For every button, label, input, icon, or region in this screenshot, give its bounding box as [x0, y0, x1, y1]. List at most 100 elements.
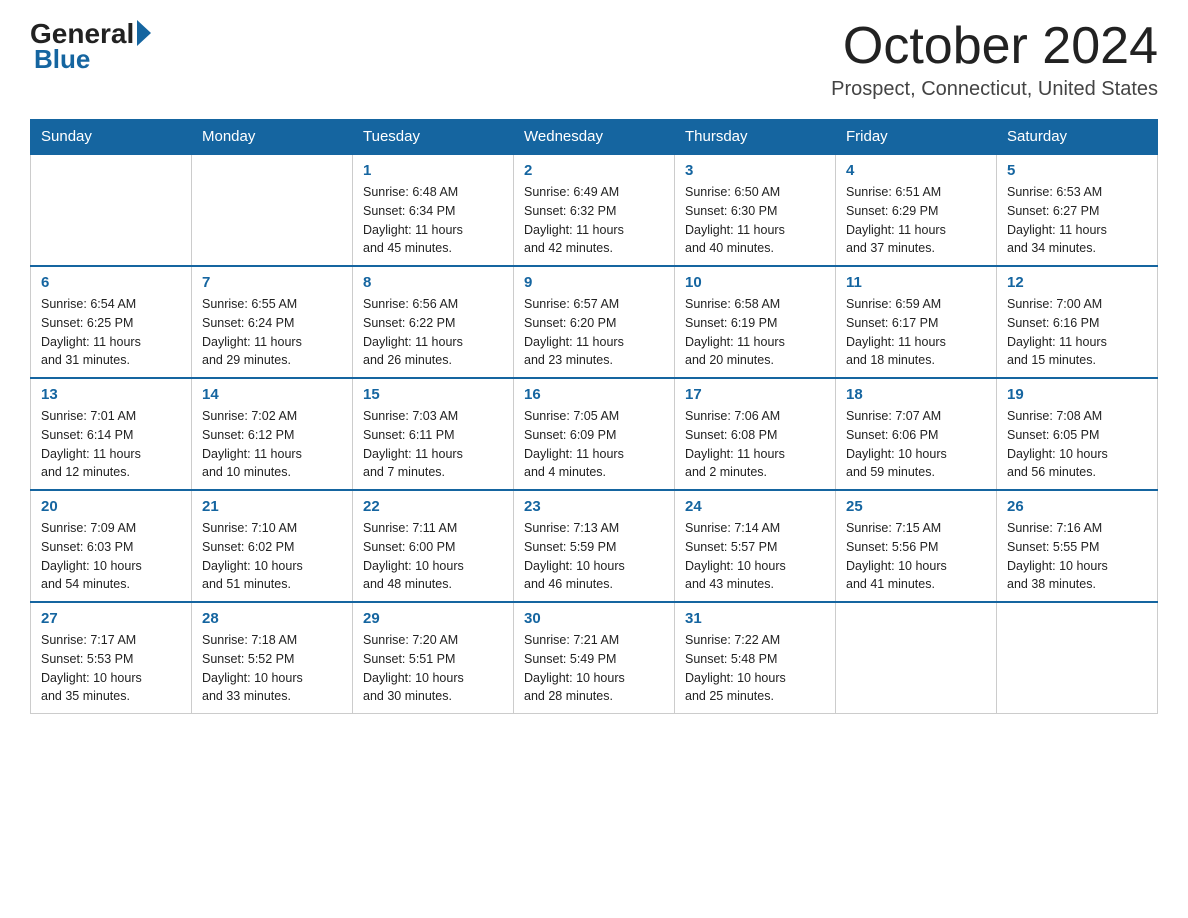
- day-number: 18: [846, 386, 986, 403]
- page-header: General Blue October 2024 Prospect, Conn…: [30, 20, 1158, 101]
- day-number: 21: [202, 498, 342, 515]
- day-cell-8: 8 Sunrise: 6:56 AM Sunset: 6:22 PM Daylig…: [353, 266, 514, 378]
- day-cell-30: 30 Sunrise: 7:21 AM Sunset: 5:49 PM Dayli…: [514, 602, 675, 714]
- day-number: 7: [202, 274, 342, 291]
- day-number: 3: [685, 162, 825, 179]
- day-info: Sunrise: 7:09 AM Sunset: 6:03 PM Dayligh…: [41, 519, 181, 594]
- column-header-tuesday: Tuesday: [353, 120, 514, 155]
- day-number: 25: [846, 498, 986, 515]
- day-info: Sunrise: 7:11 AM Sunset: 6:00 PM Dayligh…: [363, 519, 503, 594]
- day-cell-3: 3 Sunrise: 6:50 AM Sunset: 6:30 PM Daylig…: [675, 154, 836, 266]
- day-cell-27: 27 Sunrise: 7:17 AM Sunset: 5:53 PM Dayli…: [31, 602, 192, 714]
- day-number: 8: [363, 274, 503, 291]
- day-info: Sunrise: 7:08 AM Sunset: 6:05 PM Dayligh…: [1007, 407, 1147, 482]
- day-number: 10: [685, 274, 825, 291]
- day-info: Sunrise: 7:22 AM Sunset: 5:48 PM Dayligh…: [685, 631, 825, 706]
- logo: General Blue: [30, 20, 151, 75]
- day-info: Sunrise: 6:50 AM Sunset: 6:30 PM Dayligh…: [685, 183, 825, 258]
- day-cell-17: 17 Sunrise: 7:06 AM Sunset: 6:08 PM Dayli…: [675, 378, 836, 490]
- day-cell-28: 28Sunrise: 7:18 AM Sunset: 5:52 PM Dayli…: [192, 602, 353, 714]
- day-info: Sunrise: 7:07 AM Sunset: 6:06 PM Dayligh…: [846, 407, 986, 482]
- day-cell-5: 5 Sunrise: 6:53 AM Sunset: 6:27 PM Daylig…: [997, 154, 1158, 266]
- day-info: Sunrise: 7:13 AM Sunset: 5:59 PM Dayligh…: [524, 519, 664, 594]
- day-info: Sunrise: 7:05 AM Sunset: 6:09 PM Dayligh…: [524, 407, 664, 482]
- day-cell-14: 14Sunrise: 7:02 AM Sunset: 6:12 PM Dayli…: [192, 378, 353, 490]
- day-cell-19: 19 Sunrise: 7:08 AM Sunset: 6:05 PM Dayli…: [997, 378, 1158, 490]
- day-number: 22: [363, 498, 503, 515]
- logo-arrow-icon: [137, 20, 151, 46]
- day-cell-21: 21 Sunrise: 7:10 AM Sunset: 6:02 PM Dayli…: [192, 490, 353, 602]
- week-row-3: 13Sunrise: 7:01 AM Sunset: 6:14 PM Dayli…: [31, 378, 1158, 490]
- day-number: 24: [685, 498, 825, 515]
- day-cell-31: 31 Sunrise: 7:22 AM Sunset: 5:48 PM Dayli…: [675, 602, 836, 714]
- day-cell-26: 26 Sunrise: 7:16 AM Sunset: 5:55 PM Dayli…: [997, 490, 1158, 602]
- day-info: Sunrise: 6:53 AM Sunset: 6:27 PM Dayligh…: [1007, 183, 1147, 258]
- day-cell-4: 4 Sunrise: 6:51 AM Sunset: 6:29 PM Daylig…: [836, 154, 997, 266]
- day-info: Sunrise: 7:16 AM Sunset: 5:55 PM Dayligh…: [1007, 519, 1147, 594]
- day-info: Sunrise: 6:49 AM Sunset: 6:32 PM Dayligh…: [524, 183, 664, 258]
- day-cell-empty: [997, 602, 1158, 714]
- day-cell-24: 24 Sunrise: 7:14 AM Sunset: 5:57 PM Dayli…: [675, 490, 836, 602]
- day-number: 16: [524, 386, 664, 403]
- day-number: 15: [363, 386, 503, 403]
- day-info: Sunrise: 7:02 AM Sunset: 6:12 PM Dayligh…: [202, 407, 342, 482]
- day-number: 5: [1007, 162, 1147, 179]
- day-number: 2: [524, 162, 664, 179]
- day-info: Sunrise: 7:17 AM Sunset: 5:53 PM Dayligh…: [41, 631, 181, 706]
- day-info: Sunrise: 6:54 AM Sunset: 6:25 PM Dayligh…: [41, 295, 181, 370]
- day-info: Sunrise: 7:01 AM Sunset: 6:14 PM Dayligh…: [41, 407, 181, 482]
- day-info: Sunrise: 6:51 AM Sunset: 6:29 PM Dayligh…: [846, 183, 986, 258]
- day-info: Sunrise: 6:48 AM Sunset: 6:34 PM Dayligh…: [363, 183, 503, 258]
- day-cell-empty: [836, 602, 997, 714]
- week-row-4: 20 Sunrise: 7:09 AM Sunset: 6:03 PM Dayli…: [31, 490, 1158, 602]
- day-number: 12: [1007, 274, 1147, 291]
- week-row-5: 27 Sunrise: 7:17 AM Sunset: 5:53 PM Dayli…: [31, 602, 1158, 714]
- day-info: Sunrise: 6:55 AM Sunset: 6:24 PM Dayligh…: [202, 295, 342, 370]
- day-info: Sunrise: 7:03 AM Sunset: 6:11 PM Dayligh…: [363, 407, 503, 482]
- day-info: Sunrise: 7:10 AM Sunset: 6:02 PM Dayligh…: [202, 519, 342, 594]
- day-number: 17: [685, 386, 825, 403]
- calendar-header-row: SundayMondayTuesdayWednesdayThursdayFrid…: [31, 120, 1158, 155]
- day-number: 11: [846, 274, 986, 291]
- day-cell-12: 12 Sunrise: 7:00 AM Sunset: 6:16 PM Dayli…: [997, 266, 1158, 378]
- day-cell-11: 11Sunrise: 6:59 AM Sunset: 6:17 PM Dayli…: [836, 266, 997, 378]
- day-info: Sunrise: 7:06 AM Sunset: 6:08 PM Dayligh…: [685, 407, 825, 482]
- day-cell-18: 18 Sunrise: 7:07 AM Sunset: 6:06 PM Dayli…: [836, 378, 997, 490]
- day-cell-1: 1Sunrise: 6:48 AM Sunset: 6:34 PM Daylig…: [353, 154, 514, 266]
- month-title: October 2024: [831, 20, 1158, 72]
- day-info: Sunrise: 7:21 AM Sunset: 5:49 PM Dayligh…: [524, 631, 664, 706]
- day-number: 23: [524, 498, 664, 515]
- day-cell-16: 16 Sunrise: 7:05 AM Sunset: 6:09 PM Dayli…: [514, 378, 675, 490]
- column-header-sunday: Sunday: [31, 120, 192, 155]
- day-info: Sunrise: 6:57 AM Sunset: 6:20 PM Dayligh…: [524, 295, 664, 370]
- day-number: 20: [41, 498, 181, 515]
- day-cell-23: 23 Sunrise: 7:13 AM Sunset: 5:59 PM Dayli…: [514, 490, 675, 602]
- day-cell-10: 10 Sunrise: 6:58 AM Sunset: 6:19 PM Dayli…: [675, 266, 836, 378]
- day-cell-25: 25Sunrise: 7:15 AM Sunset: 5:56 PM Dayli…: [836, 490, 997, 602]
- day-number: 28: [202, 610, 342, 627]
- day-info: Sunrise: 6:56 AM Sunset: 6:22 PM Dayligh…: [363, 295, 503, 370]
- location-text: Prospect, Connecticut, United States: [831, 78, 1158, 101]
- column-header-saturday: Saturday: [997, 120, 1158, 155]
- day-cell-2: 2 Sunrise: 6:49 AM Sunset: 6:32 PM Daylig…: [514, 154, 675, 266]
- day-number: 9: [524, 274, 664, 291]
- day-number: 19: [1007, 386, 1147, 403]
- day-number: 30: [524, 610, 664, 627]
- day-cell-7: 7 Sunrise: 6:55 AM Sunset: 6:24 PM Daylig…: [192, 266, 353, 378]
- column-header-monday: Monday: [192, 120, 353, 155]
- day-info: Sunrise: 7:14 AM Sunset: 5:57 PM Dayligh…: [685, 519, 825, 594]
- day-number: 26: [1007, 498, 1147, 515]
- week-row-2: 6 Sunrise: 6:54 AM Sunset: 6:25 PM Daylig…: [31, 266, 1158, 378]
- day-cell-9: 9 Sunrise: 6:57 AM Sunset: 6:20 PM Daylig…: [514, 266, 675, 378]
- column-header-thursday: Thursday: [675, 120, 836, 155]
- day-number: 6: [41, 274, 181, 291]
- day-info: Sunrise: 6:58 AM Sunset: 6:19 PM Dayligh…: [685, 295, 825, 370]
- calendar-table: SundayMondayTuesdayWednesdayThursdayFrid…: [30, 119, 1158, 714]
- day-cell-15: 15 Sunrise: 7:03 AM Sunset: 6:11 PM Dayli…: [353, 378, 514, 490]
- day-number: 27: [41, 610, 181, 627]
- day-number: 4: [846, 162, 986, 179]
- day-cell-29: 29Sunrise: 7:20 AM Sunset: 5:51 PM Dayli…: [353, 602, 514, 714]
- day-info: Sunrise: 7:00 AM Sunset: 6:16 PM Dayligh…: [1007, 295, 1147, 370]
- day-number: 31: [685, 610, 825, 627]
- day-cell-empty: [192, 154, 353, 266]
